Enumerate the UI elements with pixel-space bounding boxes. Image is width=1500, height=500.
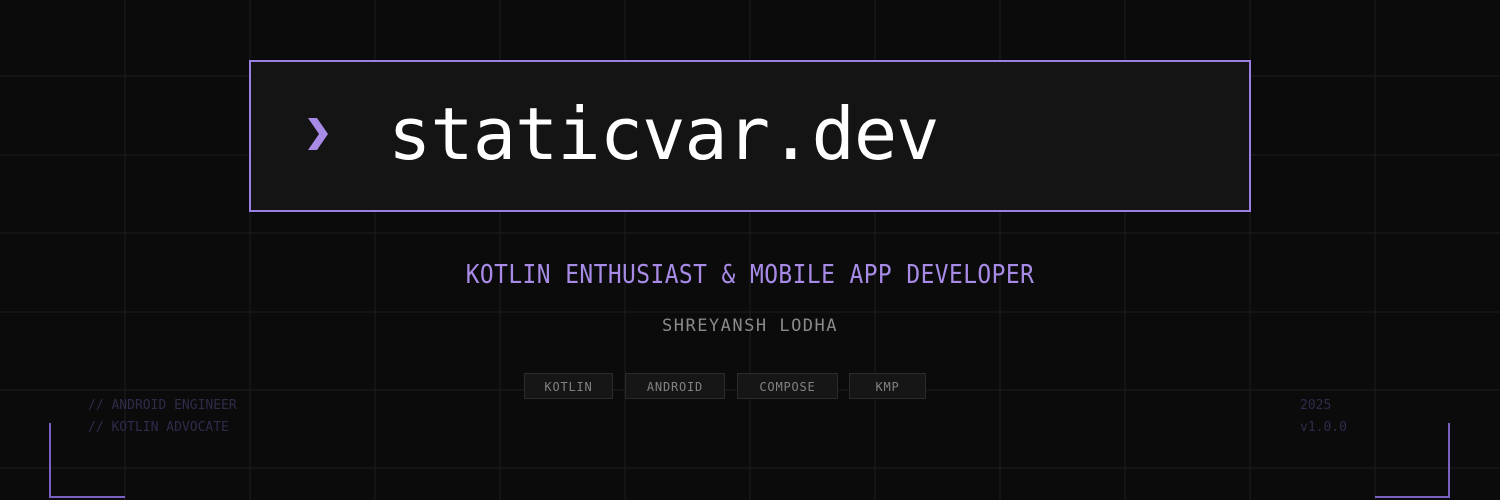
tagline: KOTLIN ENTHUSIAST & MOBILE APP DEVELOPER — [465, 260, 1035, 290]
comment-advocacy: // KOTLIN ADVOCATE — [88, 420, 229, 435]
comment-year: 2025 — [1300, 398, 1332, 413]
chevron-right-icon — [308, 118, 328, 150]
tag-compose: COMPOSE — [737, 373, 838, 399]
tag-kotlin: KOTLIN — [524, 373, 613, 399]
comment-role: // ANDROID ENGINEER — [88, 398, 237, 413]
tag-kmp: KMP — [849, 373, 926, 399]
comment-version: v1.0.0 — [1300, 420, 1347, 435]
domain-name: staticvar.dev — [388, 92, 940, 176]
author-name: SHREYANSH LODHA — [661, 316, 839, 336]
banner: staticvar.dev KOTLIN ENTHUSIAST & MOBILE… — [0, 0, 1500, 500]
domain-box: staticvar.dev — [249, 60, 1251, 212]
tag-android: ANDROID — [625, 373, 725, 399]
